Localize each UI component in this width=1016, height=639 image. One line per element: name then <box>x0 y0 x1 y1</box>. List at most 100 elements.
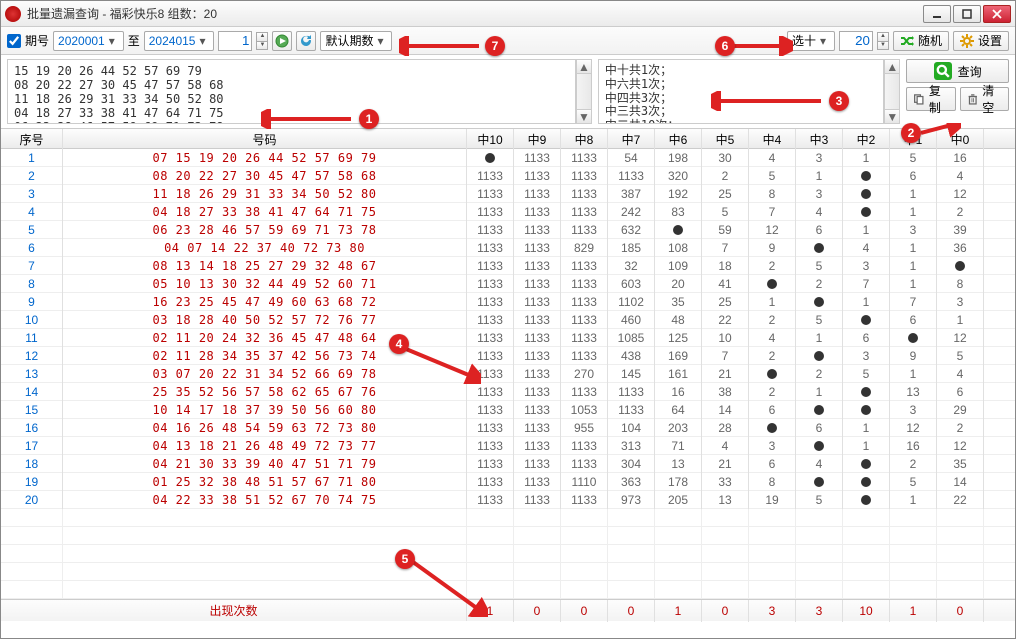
cell-data: 161 <box>655 365 702 383</box>
default-periods-combo[interactable]: 默认期数▾ <box>320 31 392 51</box>
cell-idx: 20 <box>1 491 63 509</box>
cell-data: 12 <box>937 185 984 203</box>
cell-data <box>937 257 984 275</box>
table-row[interactable]: 1003 18 28 40 50 52 57 72 76 77113311331… <box>1 311 1015 329</box>
period-checkbox[interactable] <box>7 34 21 48</box>
cell-data <box>843 311 890 329</box>
table-row[interactable]: 107 15 19 20 26 44 52 57 69 791133113354… <box>1 149 1015 167</box>
footer-cell: 0 <box>561 600 608 622</box>
copy-button[interactable]: 复制 <box>906 87 955 111</box>
cell-data: 2 <box>749 347 796 365</box>
table-footer: 出现次数 1 0 0 0 1 0 3 3 10 1 0 <box>1 599 1015 621</box>
table-row[interactable]: 1704 13 18 21 26 48 49 72 73 77113311331… <box>1 437 1015 455</box>
table-row[interactable]: 506 23 28 46 57 59 69 71 73 781133113311… <box>1 221 1015 239</box>
cell-data: 1 <box>843 149 890 167</box>
col-header-hm[interactable]: 号码 <box>63 129 467 149</box>
cell-data: 2 <box>890 455 937 473</box>
table-row[interactable]: 604 07 14 22 37 40 72 73 801133113382918… <box>1 239 1015 257</box>
maximize-button[interactable] <box>953 5 981 23</box>
settings-button[interactable]: 设置 <box>953 31 1009 51</box>
blank-row <box>1 545 1015 563</box>
cell-data: 1133 <box>561 383 608 401</box>
select-num-input[interactable] <box>839 31 873 51</box>
right-textarea[interactable]: 中十共1次； 中六共1次； 中四共3次； 中三共3次； 中二共10次； <box>598 59 885 124</box>
query-button[interactable]: 查询 <box>906 59 1009 83</box>
scroll-down-icon[interactable]: ▼ <box>577 109 591 123</box>
scroll-up-icon[interactable]: ▲ <box>577 60 591 74</box>
table-row[interactable]: 1202 11 28 34 35 37 42 56 73 74113311331… <box>1 347 1015 365</box>
cell-data <box>843 491 890 509</box>
col-header[interactable]: 中7 <box>608 129 655 149</box>
table-row[interactable]: 208 20 22 27 30 45 47 57 58 681133113311… <box>1 167 1015 185</box>
cell-data: 64 <box>655 401 702 419</box>
cell-data: 1 <box>796 167 843 185</box>
period-from-combo[interactable]: 2020001▾ <box>53 31 124 51</box>
period-to-combo[interactable]: 2024015▾ <box>144 31 215 51</box>
refresh-button[interactable] <box>296 31 316 51</box>
cell-data: 125 <box>655 329 702 347</box>
table-row[interactable]: 1303 07 20 22 31 34 52 66 69 78113311332… <box>1 365 1015 383</box>
count-spinner[interactable]: ▲▼ <box>256 32 268 50</box>
col-header[interactable]: 中9 <box>514 129 561 149</box>
spinner-up-icon[interactable]: ▲ <box>877 32 889 41</box>
table-row[interactable]: 1604 16 26 48 54 59 63 72 73 80113311339… <box>1 419 1015 437</box>
cell-data: 7 <box>843 275 890 293</box>
table-row[interactable]: 708 13 14 18 25 27 29 32 48 671133113311… <box>1 257 1015 275</box>
table-row[interactable]: 916 23 25 45 47 49 60 63 68 721133113311… <box>1 293 1015 311</box>
cell-data: 18 <box>702 257 749 275</box>
cell-hm: 07 15 19 20 26 44 52 57 69 79 <box>63 149 467 167</box>
col-header[interactable]: 中8 <box>561 129 608 149</box>
cell-data: 4 <box>702 437 749 455</box>
cell-data: 3 <box>937 293 984 311</box>
col-header[interactable]: 中5 <box>702 129 749 149</box>
table-row[interactable]: 311 18 26 29 31 33 34 50 52 801133113311… <box>1 185 1015 203</box>
cell-data: 178 <box>655 473 702 491</box>
scroll-down-icon[interactable]: ▼ <box>885 109 899 123</box>
minimize-button[interactable] <box>923 5 951 23</box>
col-header[interactable]: 中6 <box>655 129 702 149</box>
cell-data: 1133 <box>467 293 514 311</box>
random-button[interactable]: 随机 <box>893 31 949 51</box>
select-mode-combo[interactable]: 选十▾ <box>787 31 835 51</box>
count-input[interactable] <box>218 31 252 51</box>
table-row[interactable]: 404 18 27 33 38 41 47 64 71 751133113311… <box>1 203 1015 221</box>
scroll-up-icon[interactable]: ▲ <box>885 60 899 74</box>
cell-data: 7 <box>890 293 937 311</box>
cell-data: 270 <box>561 365 608 383</box>
close-button[interactable] <box>983 5 1011 23</box>
cell-data: 1133 <box>514 167 561 185</box>
cell-data: 20 <box>655 275 702 293</box>
col-header[interactable]: 中2 <box>843 129 890 149</box>
table-row[interactable]: 805 10 13 30 32 44 49 52 60 711133113311… <box>1 275 1015 293</box>
table-row[interactable]: 1102 11 20 24 32 36 45 47 48 64113311331… <box>1 329 1015 347</box>
cell-data: 6 <box>796 221 843 239</box>
clear-button[interactable]: 清空 <box>960 87 1009 111</box>
col-header[interactable]: 中3 <box>796 129 843 149</box>
table-row[interactable]: 1425 35 52 56 57 58 62 65 67 76113311331… <box>1 383 1015 401</box>
play-button[interactable] <box>272 31 292 51</box>
left-scrollbar[interactable]: ▲▼ <box>576 59 592 124</box>
table-row[interactable]: 2004 22 33 38 51 52 67 70 74 75113311331… <box>1 491 1015 509</box>
col-header[interactable]: 中4 <box>749 129 796 149</box>
cell-data: 19 <box>749 491 796 509</box>
table-row[interactable]: 1901 25 32 38 48 51 57 67 71 80113311331… <box>1 473 1015 491</box>
cell-data: 1 <box>749 293 796 311</box>
dot-icon <box>861 387 871 397</box>
blank-row <box>1 527 1015 545</box>
right-scrollbar[interactable]: ▲▼ <box>884 59 900 124</box>
select-num-spinner[interactable]: ▲▼ <box>877 32 889 50</box>
cell-data: 1 <box>890 365 937 383</box>
left-textarea[interactable]: 15 19 20 26 44 52 57 69 79 08 20 22 27 3… <box>7 59 576 124</box>
spinner-up-icon[interactable]: ▲ <box>256 32 268 41</box>
spinner-down-icon[interactable]: ▼ <box>256 41 268 50</box>
table-row[interactable]: 1510 14 17 18 37 39 50 56 60 80113311331… <box>1 401 1015 419</box>
col-header-idx[interactable]: 序号 <box>1 129 63 149</box>
col-header[interactable]: 中10 <box>467 129 514 149</box>
col-header[interactable]: 中0 <box>937 129 984 149</box>
spinner-down-icon[interactable]: ▼ <box>877 41 889 50</box>
trash-icon <box>967 92 979 106</box>
cell-data: 12 <box>890 419 937 437</box>
cell-data: 198 <box>655 149 702 167</box>
col-header[interactable]: 中1 <box>890 129 937 149</box>
table-row[interactable]: 1804 21 30 33 39 40 47 51 71 79113311331… <box>1 455 1015 473</box>
